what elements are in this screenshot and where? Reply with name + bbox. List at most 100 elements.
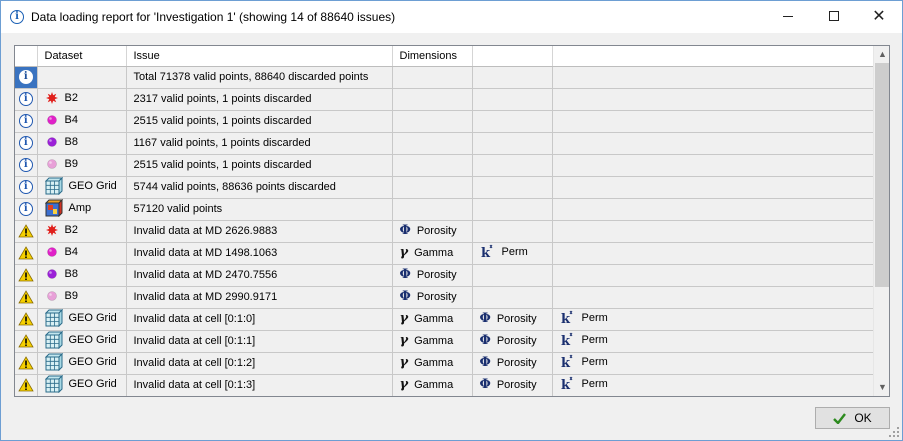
dimension-label: Porosity <box>416 291 457 303</box>
empty-cell <box>552 198 874 221</box>
grid-cube-icon <box>44 176 63 195</box>
dataset-cell: Amp <box>37 198 127 221</box>
column-header-dimensions[interactable]: Dimensions <box>392 46 473 67</box>
empty-cell <box>392 132 473 155</box>
dataset-name: B8 <box>64 267 78 280</box>
dimension-label: Porosity <box>416 269 457 281</box>
severity-cell <box>15 242 38 265</box>
empty-cell <box>552 132 874 155</box>
phi-icon: Φ <box>479 311 491 326</box>
ok-button[interactable]: OK <box>815 407 890 429</box>
svg-text:k: k <box>561 378 571 391</box>
title-bar[interactable]: i Data loading report for 'Investigation… <box>1 1 902 33</box>
table-row[interactable]: i GEO Grid 5744 valid points, 88636 points… <box>15 176 874 199</box>
table-row[interactable]: GEO Grid Invalid data at cell [0:1:0] γ Gam… <box>15 308 874 331</box>
empty-cell <box>552 286 874 309</box>
resize-grip-icon[interactable] <box>888 426 900 438</box>
pink-dot-icon <box>46 290 57 301</box>
dataset-name: GEO Grid <box>68 311 117 324</box>
table-row[interactable]: i B4 2515 valid points, 1 points discarded <box>15 110 874 133</box>
dimension-cell: Φ Porosity <box>392 286 473 309</box>
empty-cell <box>472 110 553 133</box>
scroll-up-arrow-icon[interactable]: ▲ <box>874 46 889 63</box>
severity-cell: i <box>15 110 38 133</box>
severity-cell <box>15 264 38 287</box>
empty-cell <box>552 176 874 199</box>
column-header-severity[interactable] <box>15 46 38 67</box>
dataset-name: B4 <box>64 245 78 258</box>
dataset-name: GEO Grid <box>68 355 117 368</box>
empty-cell <box>392 176 473 199</box>
dimension-cell: Φ Porosity <box>392 264 473 287</box>
table-row[interactable]: i B8 1167 valid points, 1 points discarded <box>15 132 874 155</box>
scroll-thumb[interactable] <box>875 63 889 287</box>
info-icon: i <box>18 70 33 84</box>
vertical-scrollbar[interactable]: ▲ ▼ <box>873 46 889 396</box>
report-window: i Data loading report for 'Investigation… <box>0 0 903 441</box>
issue-cell: Invalid data at MD 2990.9171 <box>126 286 393 309</box>
dimension-label: Gamma <box>414 335 454 347</box>
info-icon: i <box>10 10 24 24</box>
severity-cell: i <box>15 154 38 177</box>
severity-cell: i <box>15 176 38 199</box>
dataset-name: GEO Grid <box>68 377 117 390</box>
dimension-label: Perm <box>581 333 608 346</box>
empty-cell <box>552 220 874 243</box>
table-row[interactable]: B9 Invalid data at MD 2990.9171 Φ Porosity <box>15 286 874 309</box>
warning-icon <box>18 312 34 326</box>
table-row[interactable]: B8 Invalid data at MD 2470.7556 Φ Porosity <box>15 264 874 287</box>
warning-icon <box>18 224 34 238</box>
issues-table: Dataset Issue Dimensions i Total 71378 va… <box>15 46 874 396</box>
dataset-name: B8 <box>64 135 78 148</box>
table-row[interactable]: GEO Grid Invalid data at cell [0:1:2] γ Gam… <box>15 352 874 375</box>
dataset-name: B9 <box>64 289 78 302</box>
close-button[interactable]: ✕ <box>856 1 902 32</box>
dataset-cell: GEO Grid <box>37 352 127 375</box>
empty-cell <box>472 176 553 199</box>
empty-cell <box>392 154 473 177</box>
maximize-button[interactable] <box>811 1 857 32</box>
table-row[interactable]: i Amp 57120 valid points <box>15 198 874 221</box>
empty-cell <box>392 66 473 89</box>
dimension-cell: γ Gamma <box>392 374 473 396</box>
column-header-extra-1[interactable] <box>472 46 553 67</box>
dimension-label: Perm <box>581 355 608 368</box>
table-row[interactable]: i B9 2515 valid points, 1 points discarded <box>15 154 874 177</box>
column-header-issue[interactable]: Issue <box>126 46 393 67</box>
ok-button-label: OK <box>854 411 872 425</box>
table-row[interactable]: B4 Invalid data at MD 1498.1063 γ Gamma k Per… <box>15 242 874 265</box>
minimize-button[interactable] <box>765 1 811 32</box>
dimension-cell: k Perm <box>552 352 874 375</box>
dimension-cell: k Perm <box>552 308 874 331</box>
dimension-cell: Φ Porosity <box>472 352 553 375</box>
dimension-label: Perm <box>581 377 608 390</box>
scroll-down-arrow-icon[interactable]: ▼ <box>874 379 889 396</box>
dataset-cell: B9 <box>37 154 127 177</box>
table-row[interactable]: i Total 71378 valid points, 88640 discard… <box>15 66 874 89</box>
dimension-label: Porosity <box>496 335 537 347</box>
window-title: Data loading report for 'Investigation 1… <box>31 10 396 24</box>
table-row[interactable]: GEO Grid Invalid data at cell [0:1:1] γ Gam… <box>15 330 874 353</box>
column-header-dataset[interactable]: Dataset <box>37 46 127 67</box>
column-header-extra-2[interactable] <box>552 46 874 67</box>
table-row[interactable]: B2 Invalid data at MD 2626.9883 Φ Porosity <box>15 220 874 243</box>
dimension-cell: Φ Porosity <box>472 308 553 331</box>
warning-icon <box>18 334 34 348</box>
empty-cell <box>472 264 553 287</box>
phi-icon: Φ <box>399 289 411 304</box>
minimize-icon <box>783 16 793 17</box>
dataset-cell: B4 <box>37 242 127 265</box>
perm-k-icon: k <box>561 332 572 347</box>
phi-icon: Φ <box>399 267 411 282</box>
empty-cell <box>392 198 473 221</box>
empty-cell <box>392 88 473 111</box>
empty-cell <box>472 88 553 111</box>
gamma-icon: γ <box>399 355 409 370</box>
table-row[interactable]: GEO Grid Invalid data at cell [0:1:3] γ Gam… <box>15 374 874 396</box>
dimension-cell: γ Gamma <box>392 352 473 375</box>
empty-cell <box>472 198 553 221</box>
table-row[interactable]: i B2 2317 valid points, 1 points discarded <box>15 88 874 111</box>
dimension-cell: Φ Porosity <box>392 220 473 243</box>
issues-grid[interactable]: Dataset Issue Dimensions i Total 71378 va… <box>14 45 890 397</box>
dimension-label: Porosity <box>496 313 537 325</box>
